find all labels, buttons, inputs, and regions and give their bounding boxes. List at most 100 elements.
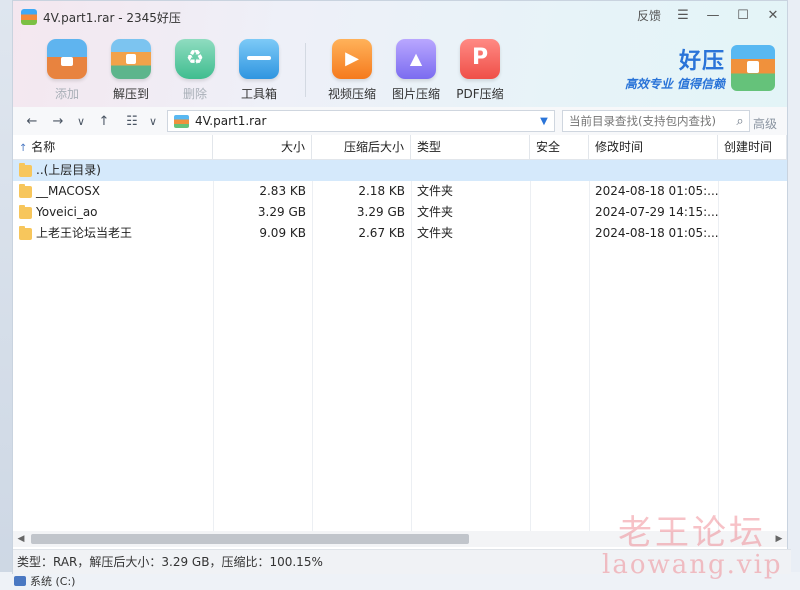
watermark-line1: 老王论坛 [618, 513, 766, 553]
table-row[interactable]: Yoveici_ao 3.29 GB 3.29 GB 文件夹 2024-07-29 14… [13, 202, 787, 223]
drive-item[interactable]: 系统 (C:) [14, 573, 75, 589]
column-packed-size[interactable]: 压缩后大小 [312, 135, 411, 159]
add-icon [47, 39, 87, 79]
row-security [530, 202, 589, 223]
path-value: 4V.part1.rar [195, 114, 267, 128]
column-security[interactable]: 安全 [530, 135, 589, 159]
table-body: ..(上层目录) __MACOSX 2.83 KB 2.18 KB 文件夹 2024-08… [13, 160, 787, 531]
row-security [530, 223, 589, 244]
main-toolbar: 添加 解压到 删除 工具箱 视频压缩 图片压缩 [35, 39, 512, 102]
folder-icon [19, 183, 32, 198]
video-compress-button[interactable]: 视频压缩 [320, 39, 384, 102]
watermark: 老王论坛 laowang.vip [602, 505, 782, 580]
pdf-compress-icon [460, 39, 500, 79]
app-logo-icon [21, 9, 37, 25]
column-type[interactable]: 类型 [411, 135, 530, 159]
table-row[interactable]: __MACOSX 2.83 KB 2.18 KB 文件夹 2024-08-18 01:0… [13, 181, 787, 202]
row-size: 2.83 KB [259, 184, 306, 198]
row-packed: 2.18 KB [358, 184, 405, 198]
row-name: Yoveici_ao [36, 205, 98, 219]
sort-arrow-icon: ↑ [19, 143, 28, 154]
minimize-icon[interactable]: — [705, 7, 721, 23]
pdf-compress-button[interactable]: PDF压缩 [448, 39, 512, 102]
path-field[interactable]: 4V.part1.rar ▼ [167, 110, 555, 132]
title-bar: 4V.part1.rar - 2345好压 [21, 7, 181, 27]
toolbar-separator [305, 43, 306, 97]
scrollbar-thumb[interactable] [31, 534, 469, 544]
delete-icon [175, 39, 215, 79]
row-size: 3.29 GB [257, 205, 306, 219]
add-label: 添加 [54, 87, 79, 101]
search-icon[interactable]: ⌕ [731, 114, 749, 129]
archive-icon [174, 114, 189, 128]
row-packed: 3.29 GB [356, 205, 405, 219]
drive-icon [14, 576, 26, 586]
brand-slogan: 高效专业 值得信赖 [624, 77, 725, 91]
folder-icon [19, 162, 32, 177]
watermark-line2: laowang.vip [602, 550, 783, 580]
row-security [530, 181, 589, 202]
table-row[interactable]: 上老王论坛当老王 9.09 KB 2.67 KB 文件夹 2024-08-18 01:0… [13, 223, 787, 244]
row-security [530, 160, 589, 181]
table-header: ↑ 名称 大小 压缩后大小 类型 安全 修改时间 创建时间 [13, 135, 787, 160]
video-compress-label: 视频压缩 [327, 87, 376, 101]
file-table: ↑ 名称 大小 压缩后大小 类型 安全 修改时间 创建时间 ..(上层目录) __… [13, 135, 787, 531]
delete-label: 删除 [182, 87, 207, 101]
search-box: ⌕ [562, 110, 750, 132]
toolbox-label: 工具箱 [240, 87, 277, 101]
column-modified[interactable]: 修改时间 [589, 135, 718, 159]
brand-block: 好压 高效专业 值得信赖 [625, 43, 775, 92]
path-dropdown-icon[interactable]: ▼ [534, 116, 554, 127]
brand-logo-icon [731, 44, 775, 91]
row-name: ..(上层目录) [36, 163, 101, 177]
desktop-background [0, 0, 12, 590]
row-packed [312, 160, 411, 181]
row-type: 文件夹 [417, 184, 454, 198]
view-dropdown-icon[interactable]: ∨ [145, 111, 161, 131]
column-created[interactable]: 创建时间 [718, 135, 787, 159]
maximize-icon[interactable]: ☐ [735, 7, 751, 23]
history-dropdown-icon[interactable]: ∨ [73, 111, 89, 131]
archive-window: 4V.part1.rar - 2345好压 反馈 ☰ — ☐ ✕ 添加 解压到 … [12, 0, 791, 574]
brand-name: 好压 [678, 49, 725, 74]
row-type [411, 160, 530, 181]
table-row[interactable]: ..(上层目录) [13, 160, 787, 181]
video-compress-icon [332, 39, 372, 79]
image-compress-button[interactable]: 图片压缩 [384, 39, 448, 102]
menu-icon[interactable]: ☰ [675, 7, 691, 23]
row-packed: 2.67 KB [358, 226, 405, 240]
window-controls: 反馈 ☰ — ☐ ✕ [637, 7, 781, 23]
close-icon[interactable]: ✕ [765, 7, 781, 23]
up-arrow-icon[interactable]: ↑ [95, 111, 113, 131]
row-name-cell: ..(上层目录) [13, 160, 213, 181]
row-modified: 2024-08-18 01:05:... [595, 184, 718, 198]
row-type: 文件夹 [417, 226, 454, 240]
row-modified: 2024-08-18 01:05:... [595, 226, 718, 240]
row-name: 上老王论坛当老王 [36, 226, 133, 240]
folder-icon [19, 225, 32, 240]
toolbox-icon [239, 39, 279, 79]
row-name-cell: Yoveici_ao [13, 202, 213, 223]
row-type: 文件夹 [417, 205, 454, 219]
toolbox-button[interactable]: 工具箱 [227, 39, 291, 102]
navigation-bar: ← → ∨ ↑ ☷ ∨ 4V.part1.rar ▼ ⌕ 高级 [13, 107, 787, 136]
add-button[interactable]: 添加 [35, 39, 99, 102]
delete-button[interactable]: 删除 [163, 39, 227, 102]
row-modified [589, 160, 718, 181]
search-input[interactable] [567, 113, 731, 129]
row-size: 9.09 KB [259, 226, 306, 240]
view-mode-icon[interactable]: ☷ [123, 111, 141, 131]
forward-arrow-icon[interactable]: → [49, 111, 67, 131]
column-name[interactable]: ↑ 名称 [13, 135, 213, 159]
back-arrow-icon[interactable]: ← [23, 111, 41, 131]
extract-label: 解压到 [112, 87, 149, 101]
column-size[interactable]: 大小 [213, 135, 312, 159]
scroll-left-icon[interactable]: ◀ [13, 531, 29, 547]
extract-to-button[interactable]: 解压到 [99, 39, 163, 102]
feedback-button[interactable]: 反馈 [637, 7, 661, 23]
advanced-search-link[interactable]: 高级 [753, 115, 777, 132]
folder-icon [19, 204, 32, 219]
row-name-cell: 上老王论坛当老王 [13, 223, 213, 244]
extract-icon [111, 39, 151, 79]
row-name-cell: __MACOSX [13, 181, 213, 202]
